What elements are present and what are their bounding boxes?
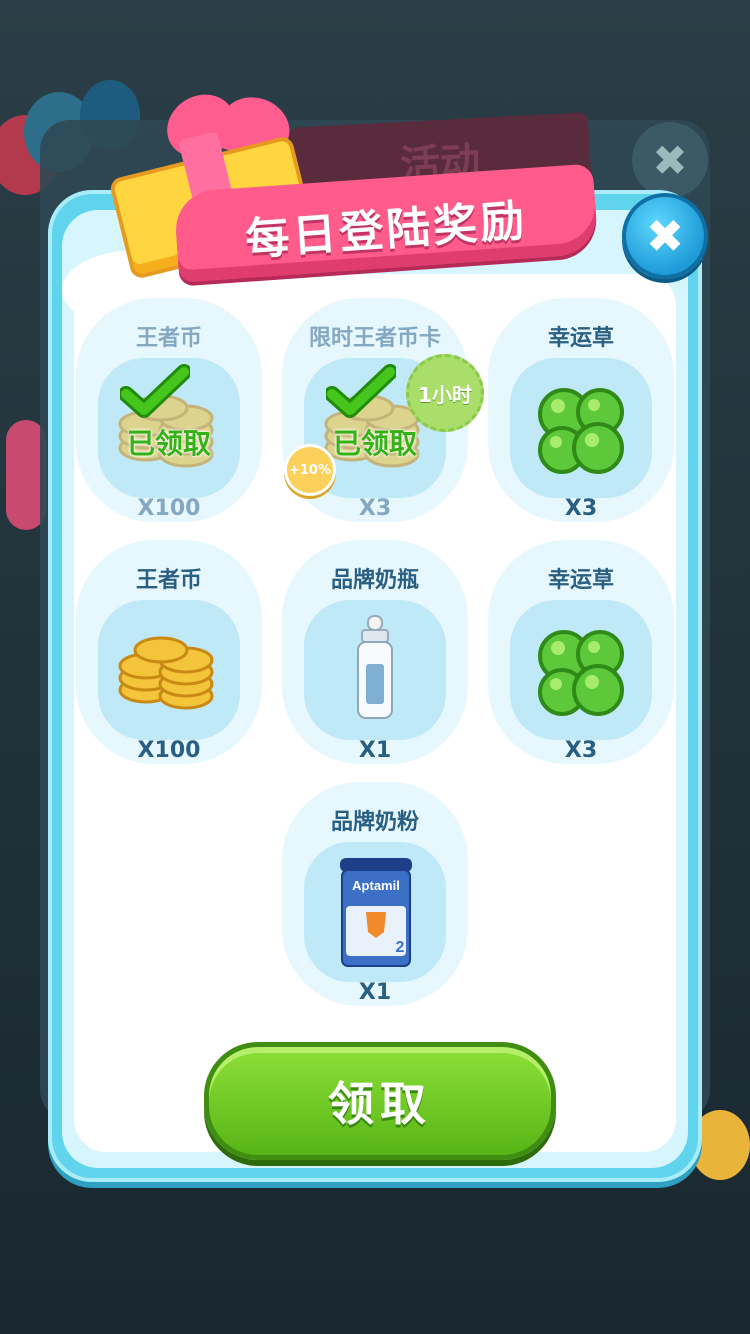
reward-count: X3 — [564, 738, 598, 763]
baby-bottle-icon — [357, 615, 393, 719]
claimed-label: 已领取 — [126, 427, 211, 460]
reward-count: X3 — [564, 496, 598, 521]
formula-can-icon: Aptamil 2 — [340, 858, 412, 967]
reward-card: 幸运草 X3 — [488, 540, 674, 764]
reward-name: 王者币 — [135, 326, 202, 351]
time-limit-badge: 1小时 — [406, 354, 484, 432]
reward-count: X1 — [358, 738, 392, 763]
reward-card: 品牌奶瓶 X1 — [282, 540, 468, 764]
reward-name: 限时王者币卡 — [308, 326, 441, 351]
product-stage: 2 — [396, 939, 405, 956]
product-brand: Aptamil — [352, 878, 400, 893]
four-leaf-clover-icon — [538, 630, 624, 716]
title-banner: 每日登陆奖励 — [173, 163, 599, 283]
background-close-icon: ✖ — [632, 122, 708, 198]
reward-name: 品牌奶瓶 — [330, 568, 419, 593]
bonus-badge: +10% — [284, 444, 336, 496]
reward-count: X100 — [137, 738, 201, 763]
reward-name: 幸运草 — [547, 568, 614, 593]
four-leaf-clover-icon — [538, 388, 624, 474]
reward-card: 王者币 已领取 X100 — [76, 298, 262, 522]
reward-name: 王者币 — [135, 568, 202, 593]
reward-name: 品牌奶粉 — [330, 810, 419, 835]
check-icon — [120, 364, 190, 418]
gold-coins-icon — [118, 636, 214, 710]
reward-card: 幸运草 X3 — [488, 298, 674, 522]
claim-button[interactable]: 领取 — [204, 1042, 556, 1160]
reward-name: 幸运草 — [547, 326, 614, 351]
close-button[interactable]: ✖ — [622, 193, 708, 279]
check-icon — [326, 364, 396, 418]
reward-card: 王者币 X100 — [76, 540, 262, 764]
reward-card: 限时王者币卡 已领取 1小时 +10% X3 — [282, 298, 484, 522]
reward-count: X100 — [137, 496, 201, 521]
reward-card: 品牌奶粉 Aptamil 2 X1 — [282, 782, 468, 1006]
reward-count: X3 — [358, 496, 392, 521]
reward-count: X1 — [358, 980, 392, 1005]
